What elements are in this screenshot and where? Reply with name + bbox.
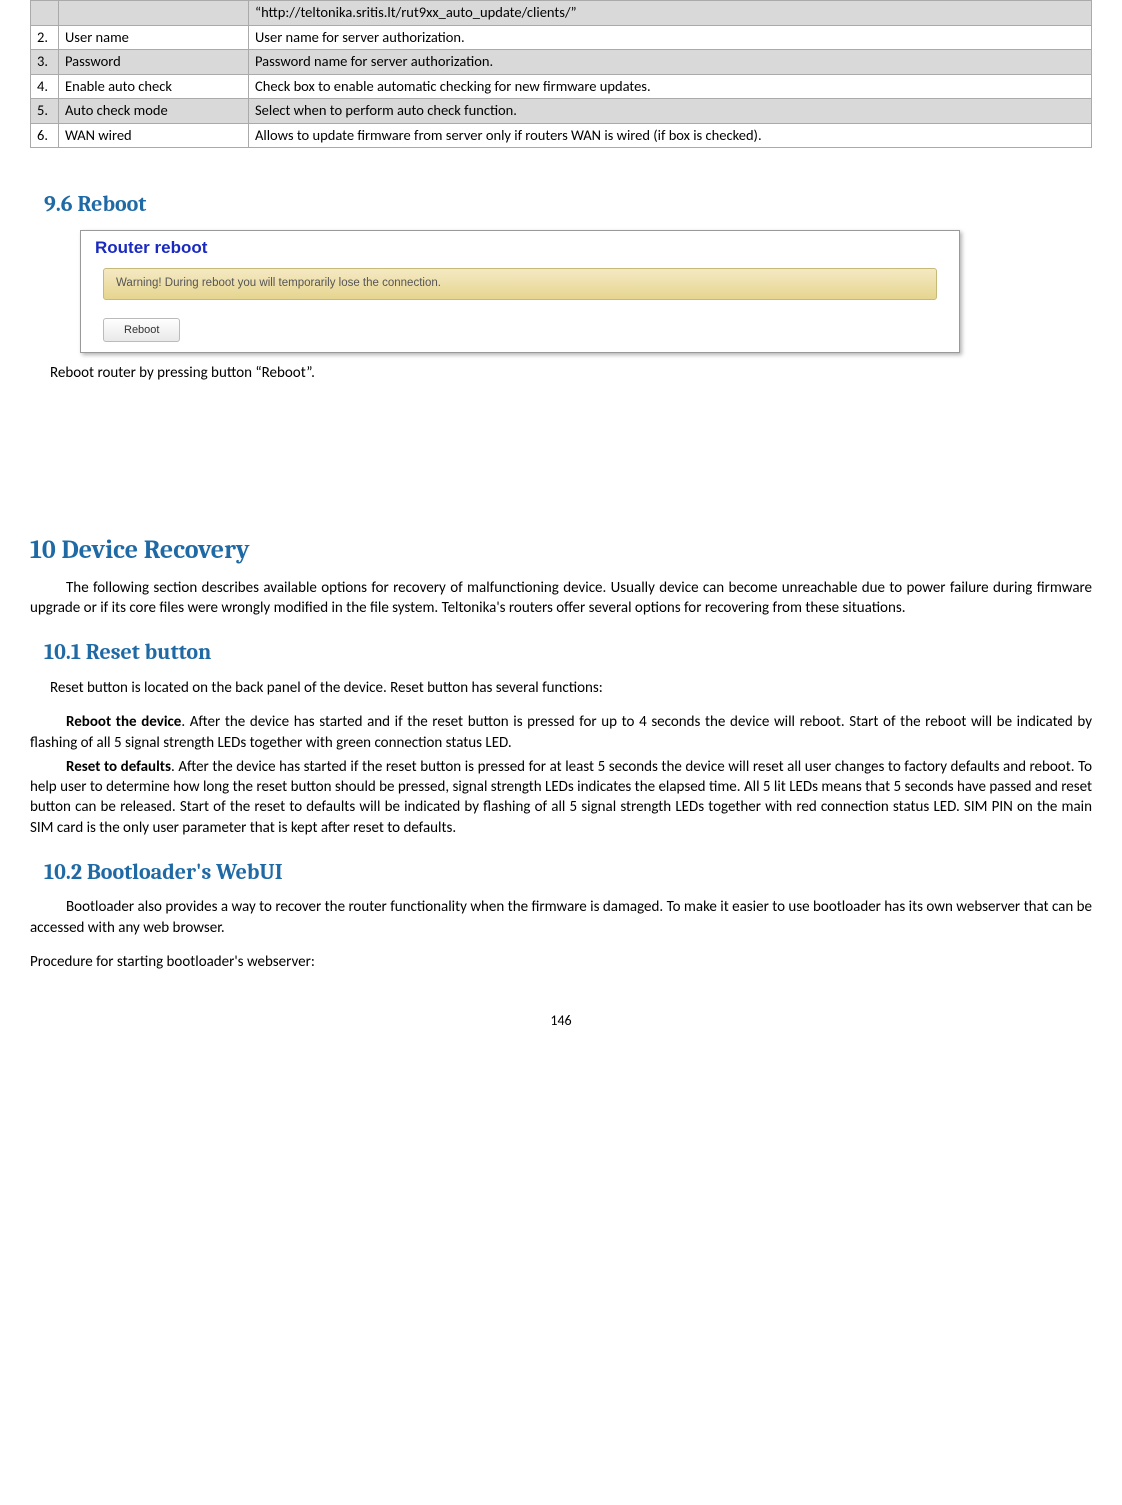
table-row: 3. Password Password name for server aut… xyxy=(31,50,1092,75)
sec102-p2: Procedure for starting bootloader's webs… xyxy=(30,952,1092,972)
sec102-p1: Bootloader also provides a way to recove… xyxy=(30,897,1092,938)
table-cell-name xyxy=(59,1,249,26)
panel-title: Router reboot xyxy=(89,237,951,260)
table-cell-desc: Allows to update firmware from server on… xyxy=(249,123,1092,148)
heading-10: 10 Device Recovery xyxy=(30,533,1092,568)
table-cell-num: 4. xyxy=(31,74,59,99)
heading-9-6: 9.6 Reboot xyxy=(44,190,1092,220)
table-cell-name: User name xyxy=(59,25,249,50)
table-row: 2. User name User name for server author… xyxy=(31,25,1092,50)
page-number: 146 xyxy=(30,1012,1092,1031)
table-cell-name: Password xyxy=(59,50,249,75)
table-cell-name: WAN wired xyxy=(59,123,249,148)
table-row: “http://teltonika.sritis.lt/rut9xx_auto_… xyxy=(31,1,1092,26)
settings-table: “http://teltonika.sritis.lt/rut9xx_auto_… xyxy=(30,0,1092,148)
reboot-button[interactable]: Reboot xyxy=(103,318,180,342)
sec101-p3-rest: . After the device has started if the re… xyxy=(30,758,1092,837)
table-cell-desc: “http://teltonika.sritis.lt/rut9xx_auto_… xyxy=(249,1,1092,26)
heading-10-1: 10.1 Reset button xyxy=(44,638,1092,668)
sec101-p3: Reset to defaults. After the device has … xyxy=(30,757,1092,838)
sec101-p1: Reset button is located on the back pane… xyxy=(50,678,1092,698)
table-cell-name: Enable auto check xyxy=(59,74,249,99)
table-row: 6. WAN wired Allows to update firmware f… xyxy=(31,123,1092,148)
table-cell-num: 3. xyxy=(31,50,59,75)
reset-defaults-label: Reset to defaults xyxy=(66,758,171,776)
table-row: 5. Auto check mode Select when to perfor… xyxy=(31,99,1092,124)
heading-10-2: 10.2 Bootloader's WebUI xyxy=(44,858,1092,888)
warning-bar: Warning! During reboot you will temporar… xyxy=(103,268,937,300)
table-cell-desc: User name for server authorization. xyxy=(249,25,1092,50)
table-cell-num: 6. xyxy=(31,123,59,148)
reboot-device-label: Reboot the device xyxy=(66,713,181,731)
table-cell-desc: Select when to perform auto check functi… xyxy=(249,99,1092,124)
table-cell-num: 5. xyxy=(31,99,59,124)
table-cell-desc: Check box to enable automatic checking f… xyxy=(249,74,1092,99)
table-cell-num: 2. xyxy=(31,25,59,50)
table-cell-num xyxy=(31,1,59,26)
reboot-caption: Reboot router by pressing button “Reboot… xyxy=(50,363,1092,383)
router-reboot-panel: Router reboot Warning! During reboot you… xyxy=(80,230,960,352)
table-cell-desc: Password name for server authorization. xyxy=(249,50,1092,75)
sec10-para: The following section describes availabl… xyxy=(30,578,1092,619)
sec101-p2-rest: . After the device has started and if th… xyxy=(30,713,1092,751)
table-cell-name: Auto check mode xyxy=(59,99,249,124)
table-row: 4. Enable auto check Check box to enable… xyxy=(31,74,1092,99)
sec101-p2: Reboot the device. After the device has … xyxy=(30,712,1092,753)
